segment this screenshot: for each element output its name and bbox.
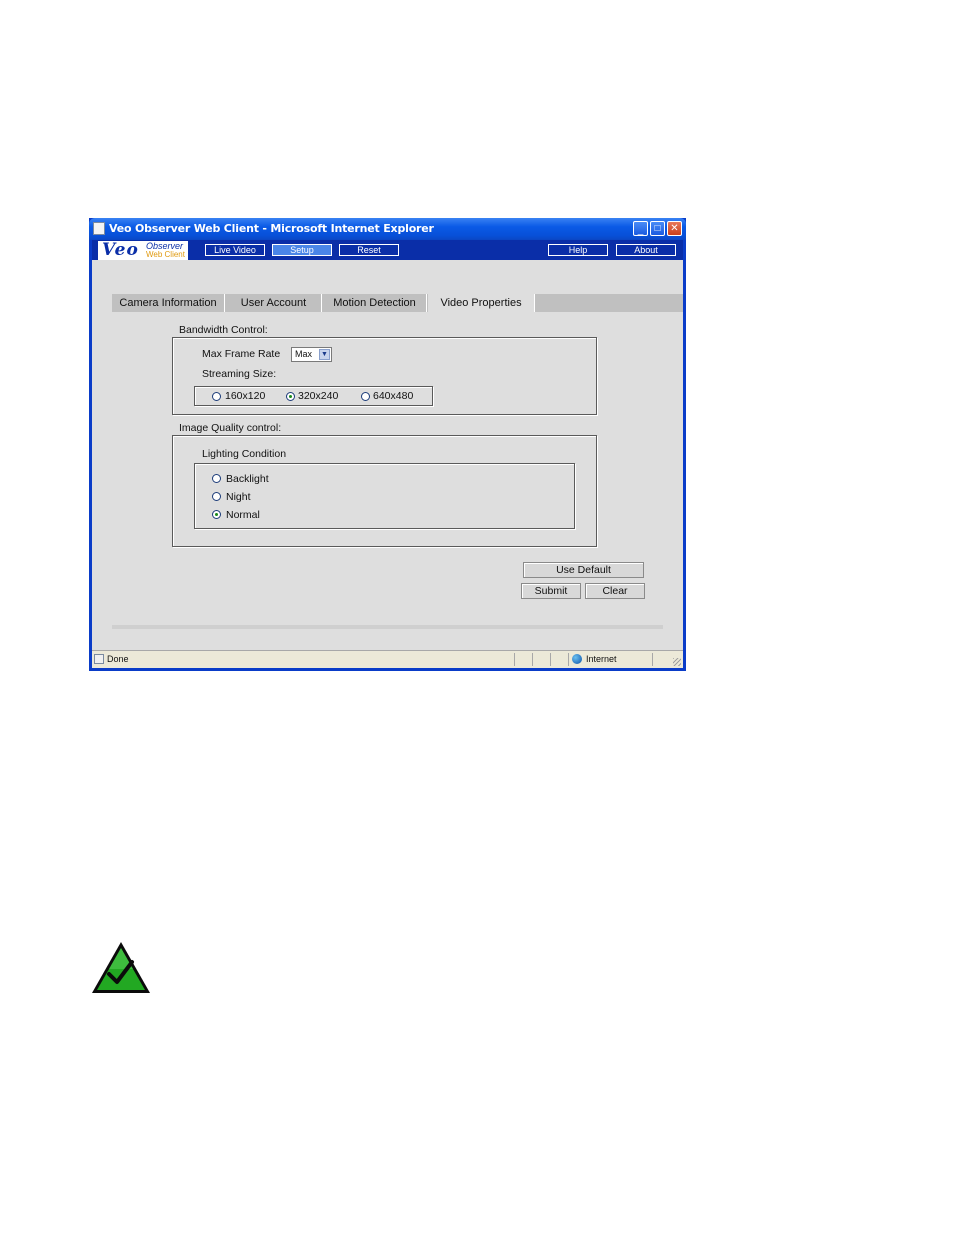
use-default-button[interactable]: Use Default (523, 562, 644, 578)
tab-strip: Camera Information User Account Motion D… (112, 294, 683, 313)
nav-setup[interactable]: Setup (272, 244, 332, 256)
status-separator (652, 653, 653, 666)
lighting-condition-label: Lighting Condition (202, 448, 287, 460)
streaming-size-label: Streaming Size: (202, 368, 277, 380)
max-frame-rate-value: Max (295, 349, 313, 359)
size-320x240-label: 320x240 (298, 390, 339, 402)
status-text: Done (107, 654, 129, 664)
maximize-button[interactable]: □ (650, 221, 665, 236)
size-640x480-label: 640x480 (373, 390, 414, 402)
window-title: Veo Observer Web Client - Microsoft Inte… (109, 222, 434, 235)
size-160x120-label: 160x120 (225, 390, 266, 402)
logo-line2: Web Client (146, 250, 185, 259)
radio-night[interactable] (212, 492, 221, 501)
image-quality-group: Lighting Condition Backlight Night Norma… (172, 435, 597, 547)
browser-window: Veo Observer Web Client - Microsoft Inte… (89, 218, 686, 671)
veo-logo: Veo Observer Web Client (98, 240, 188, 260)
image-quality-heading: Image Quality control: (179, 422, 282, 434)
status-bar: Done Internet (92, 650, 683, 668)
panel-shadow (112, 625, 663, 629)
nav-about[interactable]: About (616, 244, 676, 256)
ie-page-icon (93, 222, 105, 235)
internet-globe-icon (572, 654, 582, 664)
nav-live-video[interactable]: Live Video (205, 244, 265, 256)
radio-320x240[interactable] (286, 392, 295, 401)
logo-brand: Veo (102, 240, 139, 260)
clear-button[interactable]: Clear (585, 583, 645, 599)
radio-640x480[interactable] (361, 392, 370, 401)
green-check-triangle-icon (92, 942, 150, 993)
bandwidth-group: Max Frame Rate Max ▼ Streaming Size: 160… (172, 337, 597, 415)
status-separator (550, 653, 551, 666)
security-zone: Internet (586, 654, 617, 664)
nav-reset[interactable]: Reset (339, 244, 399, 256)
backlight-label: Backlight (226, 473, 269, 485)
radio-normal[interactable] (212, 510, 221, 519)
bandwidth-heading: Bandwidth Control: (179, 324, 268, 336)
minimize-button[interactable]: _ (633, 221, 648, 236)
max-frame-rate-label: Max Frame Rate (202, 348, 281, 360)
video-properties-panel: Bandwidth Control: Max Frame Rate Max ▼ … (112, 312, 663, 625)
tab-camera-information[interactable]: Camera Information (112, 294, 225, 312)
normal-label: Normal (226, 509, 260, 521)
browser-content: Veo Observer Web Client Live Video Setup… (92, 240, 683, 668)
status-separator (532, 653, 533, 666)
tab-user-account[interactable]: User Account (226, 294, 322, 312)
tab-video-properties[interactable]: Video Properties (428, 294, 535, 313)
minimize-icon: _ (637, 225, 644, 236)
status-separator (568, 653, 569, 666)
nav-help[interactable]: Help (548, 244, 608, 256)
radio-160x120[interactable] (212, 392, 221, 401)
resize-grip-icon[interactable] (673, 658, 681, 666)
page-done-icon (94, 654, 104, 664)
chevron-down-icon[interactable]: ▼ (319, 349, 330, 360)
title-bar[interactable]: Veo Observer Web Client - Microsoft Inte… (89, 218, 686, 240)
lighting-condition-group: Backlight Night Normal (194, 463, 575, 529)
close-icon: ✕ (670, 223, 679, 234)
tab-motion-detection[interactable]: Motion Detection (323, 294, 427, 312)
night-label: Night (226, 491, 251, 503)
status-separator (514, 653, 515, 666)
submit-button[interactable]: Submit (521, 583, 581, 599)
maximize-icon: □ (654, 223, 661, 234)
close-button[interactable]: ✕ (667, 221, 682, 236)
radio-backlight[interactable] (212, 474, 221, 483)
app-header: Veo Observer Web Client Live Video Setup… (92, 240, 683, 260)
max-frame-rate-select[interactable]: Max ▼ (291, 347, 332, 362)
streaming-size-group: 160x120 320x240 640x480 (194, 386, 433, 406)
